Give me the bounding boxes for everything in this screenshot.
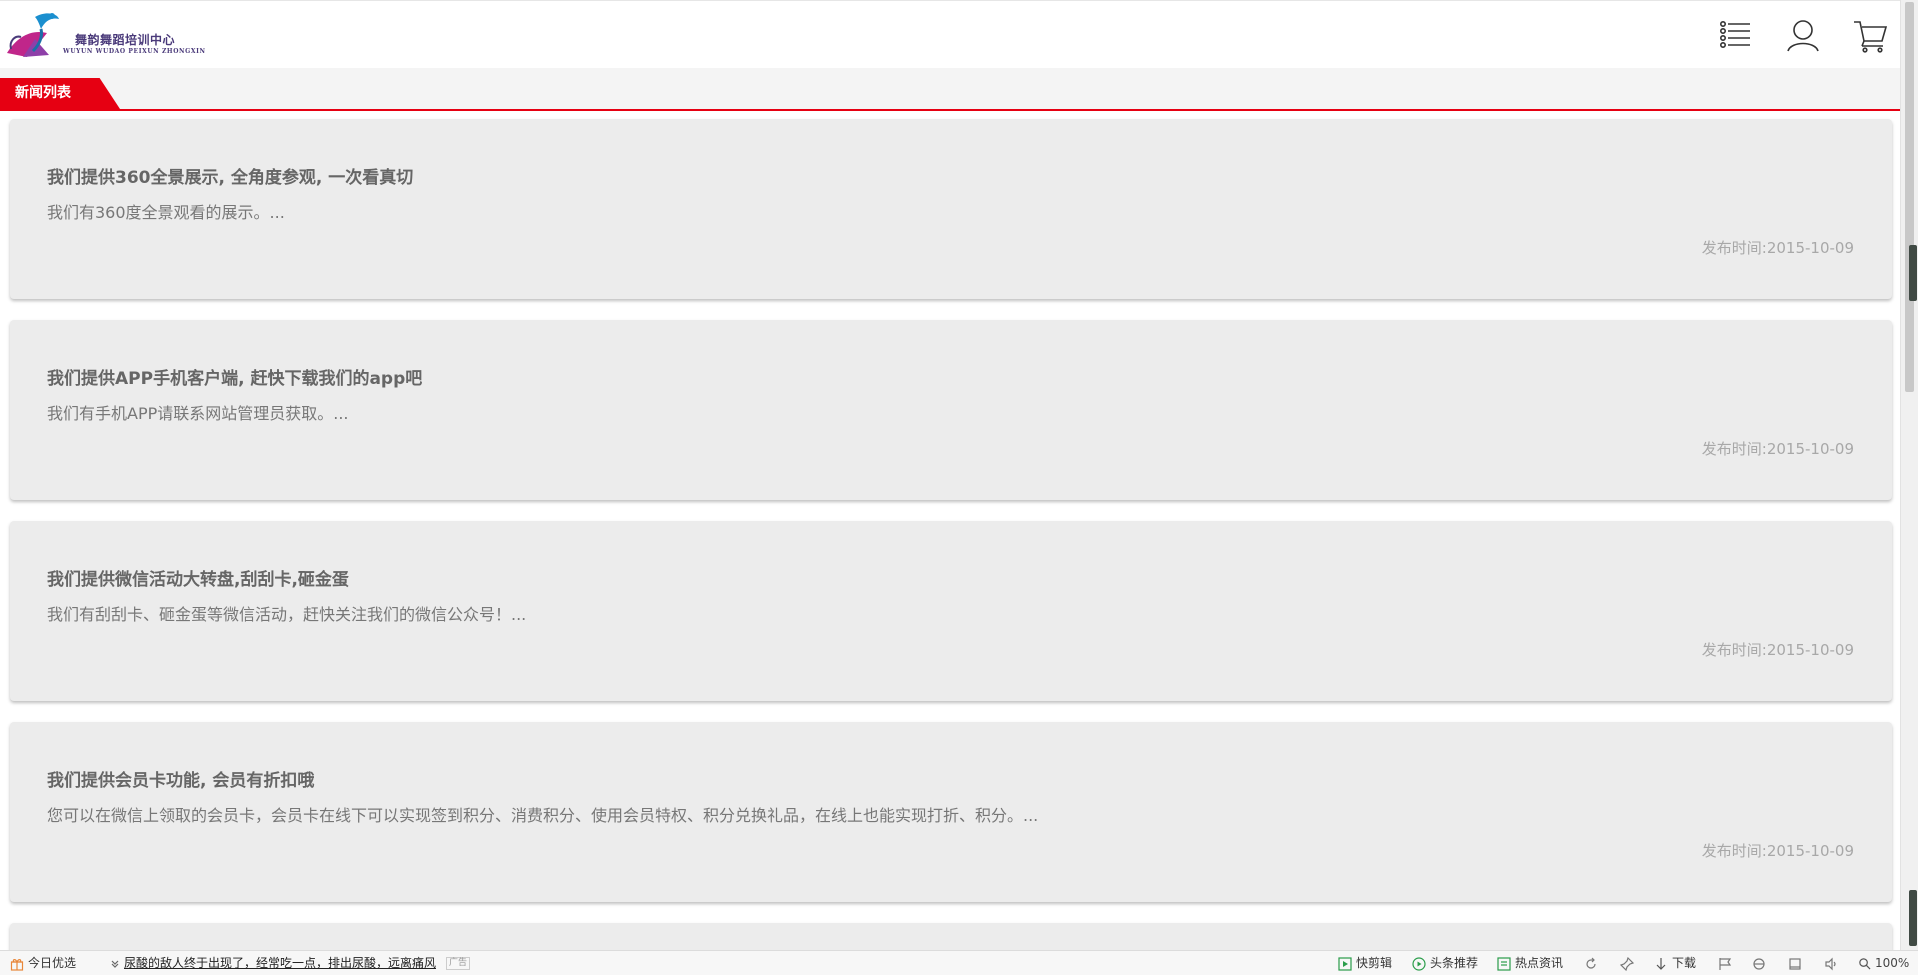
news-item-date: 发布时间:2015-10-09 [1701, 440, 1854, 458]
hot-news-button[interactable]: 热点资讯 [1497, 955, 1563, 972]
site-logo[interactable]: 舞韵舞蹈培训中心 WUYUN WUDAO PEIXUN ZHONGXIN [5, 7, 205, 63]
news-list: 我们提供360全景展示, 全角度参观, 一次看真切 我们有360度全景观看的展示… [10, 119, 1892, 963]
news-icon [1497, 956, 1511, 971]
headline-rec-button[interactable]: 头条推荐 [1412, 955, 1478, 972]
news-item-summary: 我们有手机APP请联系网站管理员获取。... [47, 404, 349, 423]
zoom-level: 100% [1875, 956, 1910, 970]
headline-text[interactable]: 尿酸的敌人终于出现了，经常吃一点，排出尿酸，远离痛风 [124, 955, 436, 972]
hot-news-label: 热点资讯 [1515, 956, 1564, 970]
logo-pinyin-name: WUYUN WUDAO PEIXUN ZHONGXIN [63, 48, 206, 55]
status-headline-link[interactable]: 尿酸的敌人终于出现了，经常吃一点，排出尿酸，远离痛风 广告 [110, 955, 471, 972]
flag-icon [1719, 957, 1732, 970]
headline-rec-label: 头条推荐 [1430, 956, 1479, 970]
browser-status-bar: 今日优选 尿酸的敌人终于出现了，经常吃一点，排出尿酸，远离痛风 广告 快剪辑 头… [0, 950, 1918, 975]
ad-tag: 广告 [446, 957, 471, 970]
refresh-icon [1586, 957, 1596, 969]
gift-icon [10, 958, 24, 971]
speaker-icon [1825, 957, 1836, 970]
list-menu-icon[interactable] [1718, 17, 1754, 53]
news-item-summary: 您可以在微信上领取的会员卡，会员卡在线下可以实现签到积分、消费积分、使用会员特权… [47, 806, 1039, 825]
scrollbar-side-handle[interactable] [1909, 245, 1917, 301]
news-item-card[interactable]: 我们提供微信活动大转盘,刮刮卡,砸金蛋 我们有刮刮卡、砸金蛋等微信活动，赶快关注… [10, 521, 1892, 701]
news-item-card[interactable]: 我们提供APP手机客户端, 赶快下载我们的app吧 我们有手机APP请联系网站管… [10, 320, 1892, 500]
scrollbar-side-handle-bottom[interactable] [1909, 890, 1917, 946]
news-item-title[interactable]: 我们提供会员卡功能, 会员有折扣哦 [47, 766, 314, 791]
today-pick-label: 今日优选 [28, 956, 77, 970]
sound-button[interactable] [1824, 955, 1838, 972]
news-item-summary: 我们有刮刮卡、砸金蛋等微信活动，赶快关注我们的微信公众号！... [47, 605, 527, 624]
download-label: 下载 [1672, 956, 1697, 970]
news-item-card[interactable]: 我们提供会员卡功能, 会员有折扣哦 您可以在微信上领取的会员卡，会员卡在线下可以… [10, 722, 1892, 902]
news-item-date: 发布时间:2015-10-09 [1701, 641, 1854, 659]
flag-button[interactable] [1718, 955, 1732, 972]
zoom-button[interactable]: 100% [1858, 955, 1909, 972]
news-item-title[interactable]: 我们提供APP手机客户端, 赶快下载我们的app吧 [47, 364, 422, 389]
tab-news-list[interactable]: 新闻列表 [0, 78, 120, 109]
news-item-date: 发布时间:2015-10-09 [1701, 842, 1854, 860]
news-item-summary: 我们有360度全景观看的展示。... [47, 203, 285, 222]
download-button[interactable]: 下载 [1654, 955, 1696, 972]
category-tab-bar: 新闻列表 [0, 68, 1900, 111]
news-item-title[interactable]: 我们提供360全景展示, 全角度参观, 一次看真切 [47, 163, 413, 188]
pin-icon [1620, 956, 1634, 971]
play-circle-icon [1412, 956, 1426, 971]
user-icon[interactable] [1785, 17, 1821, 53]
cart-icon[interactable] [1852, 17, 1888, 53]
window-button[interactable] [1788, 955, 1802, 972]
window-icon [1789, 957, 1801, 970]
chevron-down-double-icon [111, 960, 119, 968]
download-arrow-icon [1656, 957, 1666, 970]
refresh-button[interactable] [1584, 955, 1598, 972]
news-item-card[interactable]: 我们提供360全景展示, 全角度参观, 一次看真切 我们有360度全景观看的展示… [10, 119, 1892, 299]
ie-mode-button[interactable] [1752, 955, 1766, 972]
zoom-magnifier-icon [1859, 958, 1871, 970]
browser-mode-icon [1753, 957, 1765, 970]
clip-label: 快剪辑 [1356, 956, 1393, 970]
news-item-title[interactable]: 我们提供微信活动大转盘,刮刮卡,砸金蛋 [47, 565, 349, 590]
clip-icon [1338, 956, 1352, 971]
clip-button[interactable]: 快剪辑 [1338, 955, 1392, 972]
logo-chinese-name: 舞韵舞蹈培训中心 [75, 33, 176, 47]
page-scrollbar[interactable] [1900, 0, 1918, 950]
news-item-date: 发布时间:2015-10-09 [1701, 239, 1854, 257]
site-header: 舞韵舞蹈培训中心 WUYUN WUDAO PEIXUN ZHONGXIN [0, 0, 1900, 69]
pin-button[interactable] [1620, 955, 1634, 972]
scrollbar-thumb[interactable] [1905, 2, 1914, 392]
today-pick-button[interactable]: 今日优选 [10, 955, 76, 972]
